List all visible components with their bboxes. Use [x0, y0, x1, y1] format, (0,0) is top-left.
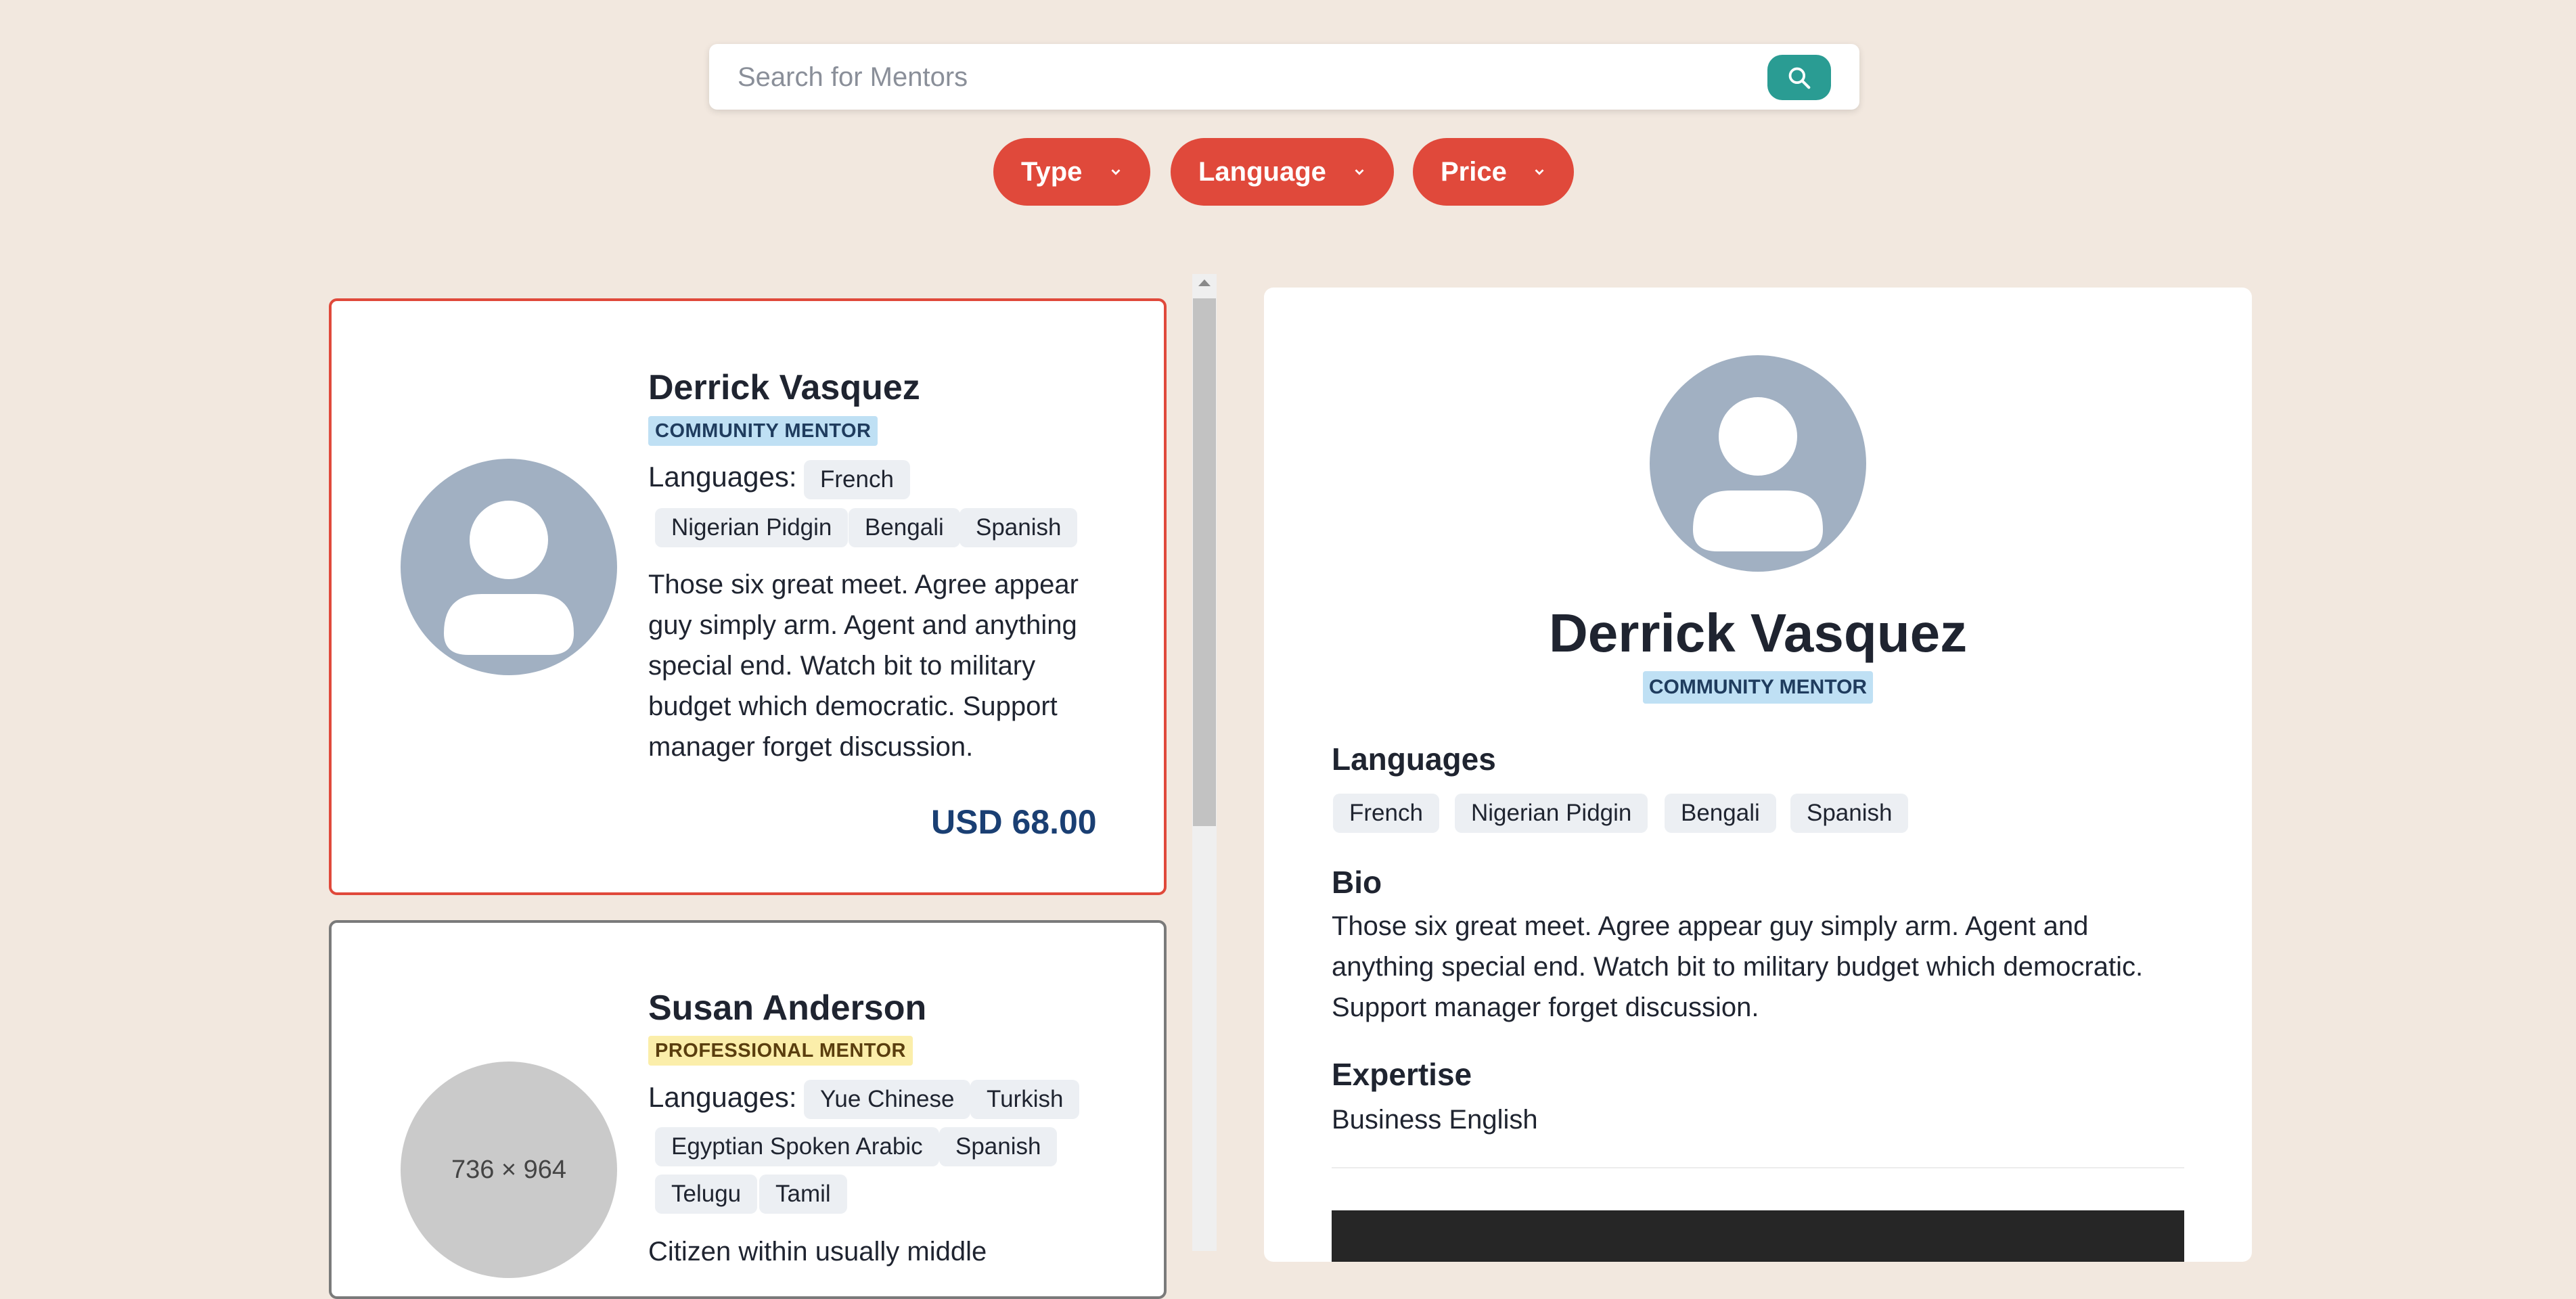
bio-line: Support manager forget discussion.	[1332, 993, 1759, 1022]
language-chip: French	[804, 460, 910, 499]
filter-type-label: Type	[1021, 156, 1083, 187]
expertise-value: Business English	[1332, 1105, 1538, 1135]
filter-price-label: Price	[1441, 156, 1507, 187]
mentor-type-badge: COMMUNITY MENTOR	[648, 416, 878, 446]
filter-language-button[interactable]: Language	[1171, 138, 1394, 206]
language-chip: Yue Chinese	[804, 1080, 971, 1119]
search-button[interactable]	[1767, 55, 1831, 100]
language-chip: Spanish	[959, 508, 1078, 547]
bio-line: special end. Watch bit to military	[648, 651, 1036, 681]
chevron-down-icon	[1535, 169, 1544, 175]
language-chip: Nigerian Pidgin	[655, 508, 849, 547]
language-chip: Telugu	[655, 1175, 758, 1214]
filter-price-button[interactable]: Price	[1413, 138, 1574, 206]
mentor-bio: Citizen within usually middle	[648, 1237, 987, 1267]
detail-mentor-type-badge: COMMUNITY MENTOR	[1643, 671, 1873, 704]
bio-line: budget which democratic. Support	[648, 691, 1058, 721]
filter-type-button[interactable]: Type	[993, 138, 1150, 206]
languages-label: Languages:	[648, 461, 797, 493]
expertise-heading: Expertise	[1332, 1057, 1472, 1092]
user-avatar-icon	[401, 459, 617, 675]
language-chip: Spanish	[939, 1127, 1058, 1166]
languages-heading: Languages	[1332, 742, 1496, 777]
video-player[interactable]	[1332, 1210, 2184, 1262]
mentor-card[interactable]: 736 × 964 Susan Anderson PROFESSIONAL ME…	[329, 920, 1167, 1299]
detail-bio: Those six great meet. Agree appear guy s…	[1332, 906, 2191, 1028]
chevron-down-icon	[1355, 169, 1364, 175]
mentor-bio: Those six great meet. Agree appear guy s…	[648, 564, 1079, 767]
user-avatar-icon	[1650, 355, 1866, 572]
mentor-price: USD 68.00	[931, 803, 1097, 841]
mentor-name: Derrick Vasquez	[648, 368, 920, 407]
mentor-name: Susan Anderson	[648, 988, 927, 1028]
bio-line: Those six great meet. Agree appear guy s…	[1332, 911, 2089, 941]
languages-label: Languages:	[648, 1081, 797, 1113]
bio-line: Those six great meet. Agree appear	[648, 570, 1079, 599]
chevron-down-icon	[1111, 169, 1121, 175]
search-bar	[709, 44, 1859, 111]
language-chip: Tamil	[759, 1175, 847, 1214]
language-chip: Bengali	[1665, 794, 1776, 833]
scroll-up-arrow-icon[interactable]	[1198, 279, 1211, 286]
search-input[interactable]	[736, 44, 1781, 111]
bio-heading: Bio	[1332, 865, 1382, 900]
bio-line: manager forget discussion.	[648, 732, 974, 762]
language-chip: Nigerian Pidgin	[1455, 794, 1648, 833]
language-chip: French	[1333, 794, 1439, 833]
avatar-placeholder-image: 736 × 964	[401, 1062, 617, 1278]
filter-language-label: Language	[1198, 156, 1326, 187]
divider	[1332, 1167, 2184, 1168]
language-chip: Turkish	[970, 1080, 1080, 1119]
language-chip: Spanish	[1790, 794, 1909, 833]
language-chip: Egyptian Spoken Arabic	[655, 1127, 939, 1166]
mentor-detail-panel: Derrick Vasquez COMMUNITY MENTOR Languag…	[1264, 288, 2252, 1262]
bio-line: anything special end. Watch bit to milit…	[1332, 952, 2144, 982]
scrollbar-thumb[interactable]	[1193, 298, 1216, 826]
detail-mentor-name: Derrick Vasquez	[1548, 603, 1968, 663]
bio-line: guy simply arm. Agent and anything	[648, 610, 1077, 640]
search-icon	[1788, 67, 1811, 89]
language-chip: Bengali	[849, 508, 960, 547]
mentor-card[interactable]: Derrick Vasquez COMMUNITY MENTOR Languag…	[329, 298, 1167, 895]
mentor-type-badge: PROFESSIONAL MENTOR	[648, 1036, 913, 1066]
